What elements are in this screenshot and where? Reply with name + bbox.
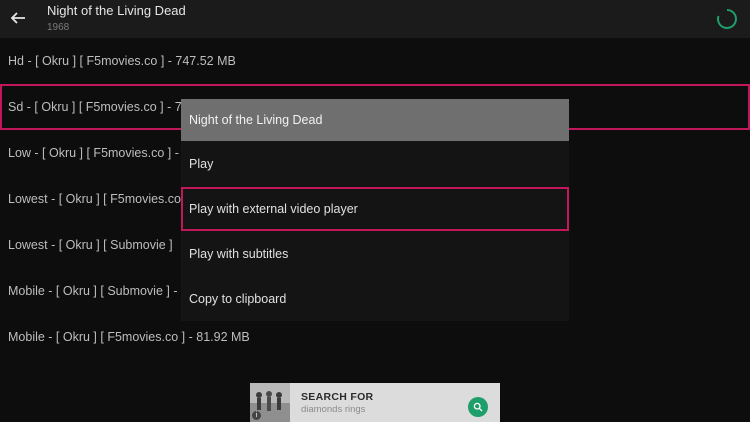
- option-label: Play with subtitles: [189, 247, 289, 261]
- play-external-player-option[interactable]: Play with external video player: [181, 187, 569, 231]
- source-label: Lowest - [ Okru ] [ Submovie ]: [8, 238, 173, 252]
- source-label: Hd - [ Okru ] [ F5movies.co ] - 747.52 M…: [8, 54, 236, 68]
- spinner-icon: [717, 9, 737, 29]
- option-label: Play: [189, 157, 214, 171]
- app-header: Night of the Living Dead 1968: [0, 0, 750, 38]
- ad-search-button[interactable]: [468, 397, 488, 417]
- dialog-title: Night of the Living Dead: [181, 99, 569, 141]
- source-label: Mobile - [ Okru ] [ F5movies.co ] - 81.9…: [8, 330, 250, 344]
- source-label: Sd - [ Okru ] [ F5movies.co ] - 7: [8, 100, 182, 114]
- option-label: Play with external video player: [189, 202, 358, 216]
- ad-headline: SEARCH FOR: [301, 391, 374, 403]
- release-year: 1968: [47, 22, 70, 33]
- copy-to-clipboard-option[interactable]: Copy to clipboard: [181, 277, 569, 321]
- play-option[interactable]: Play: [181, 142, 569, 186]
- ad-subtext: diamonds rings: [301, 404, 366, 415]
- source-item[interactable]: Hd - [ Okru ] [ F5movies.co ] - 747.52 M…: [0, 38, 750, 84]
- back-button[interactable]: [8, 8, 28, 28]
- ad-info-icon[interactable]: i: [252, 411, 261, 420]
- source-label: Lowest - [ Okru ] [ F5movies.co: [8, 192, 181, 206]
- ad-banner[interactable]: i SEARCH FOR diamonds rings: [250, 383, 500, 422]
- source-label: Mobile - [ Okru ] [ Submovie ] -: [8, 284, 178, 298]
- search-icon: [473, 402, 483, 412]
- option-label: Copy to clipboard: [189, 292, 287, 306]
- source-label: Low - [ Okru ] [ F5movies.co ] -: [8, 146, 179, 160]
- context-menu-dialog: Night of the Living Dead Play Play with …: [181, 99, 569, 321]
- play-with-subtitles-option[interactable]: Play with subtitles: [181, 232, 569, 276]
- page-title: Night of the Living Dead: [47, 3, 186, 18]
- arrow-left-icon: [10, 12, 25, 24]
